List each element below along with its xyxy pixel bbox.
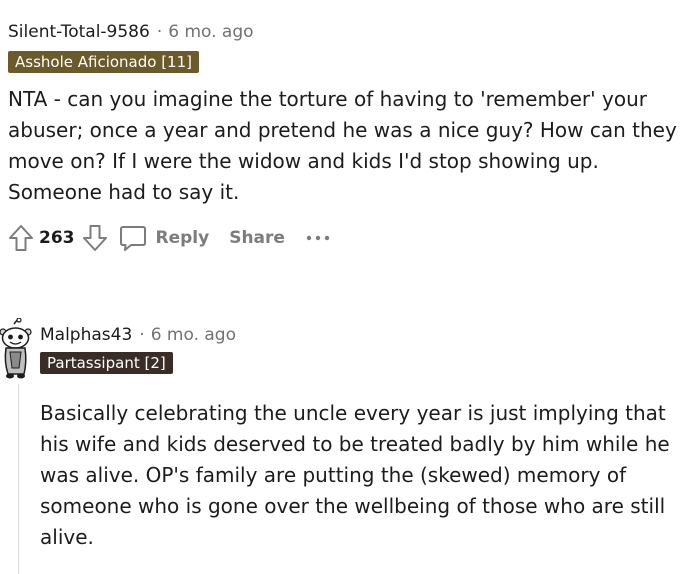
comment-paragraph: Basically celebrating the uncle every ye… xyxy=(40,401,670,549)
comment-meta: Silent-Total-9586 · 6 mo. ago xyxy=(8,22,693,42)
vote-count: 263 xyxy=(39,228,75,248)
comment-timestamp[interactable]: 6 mo. ago xyxy=(168,22,253,42)
more-options-button[interactable] xyxy=(305,223,331,253)
comment-bubble-icon xyxy=(119,226,146,251)
comment-body: NTA - can you imagine the torture of hav… xyxy=(8,84,688,208)
reply-button[interactable]: Reply xyxy=(118,224,210,252)
downvote-icon xyxy=(82,225,107,251)
downvote-button[interactable] xyxy=(80,223,110,253)
comment-header: Malphas43 · 6 mo. ago Partassipant [2] xyxy=(40,325,236,374)
comment-1: Silent-Total-9586 · 6 mo. ago Asshole Af… xyxy=(8,22,693,253)
meta-separator: · xyxy=(139,325,145,345)
share-button[interactable]: Share xyxy=(229,228,285,248)
comment-timestamp[interactable]: 6 mo. ago xyxy=(151,325,236,345)
meta-separator: · xyxy=(156,22,163,42)
user-flair: Partassipant [2] xyxy=(40,352,173,374)
upvote-icon xyxy=(9,225,33,251)
comment-meta: Malphas43 · 6 mo. ago xyxy=(40,325,236,345)
upvote-button[interactable] xyxy=(6,223,36,253)
comment-paragraph: NTA - can you imagine the torture of hav… xyxy=(8,87,677,204)
snoo-avatar-icon[interactable] xyxy=(0,318,32,380)
comment-body: Basically celebrating the uncle every ye… xyxy=(40,398,690,553)
comment-actions: 263 Reply Share xyxy=(6,223,693,253)
more-dots-icon xyxy=(306,235,330,241)
user-flair: Asshole Aficionado [11] xyxy=(8,51,199,73)
comment-author[interactable]: Malphas43 xyxy=(40,325,132,345)
comment-author[interactable]: Silent-Total-9586 xyxy=(8,22,150,42)
reply-label: Reply xyxy=(155,228,210,248)
thread-line[interactable] xyxy=(18,384,19,574)
